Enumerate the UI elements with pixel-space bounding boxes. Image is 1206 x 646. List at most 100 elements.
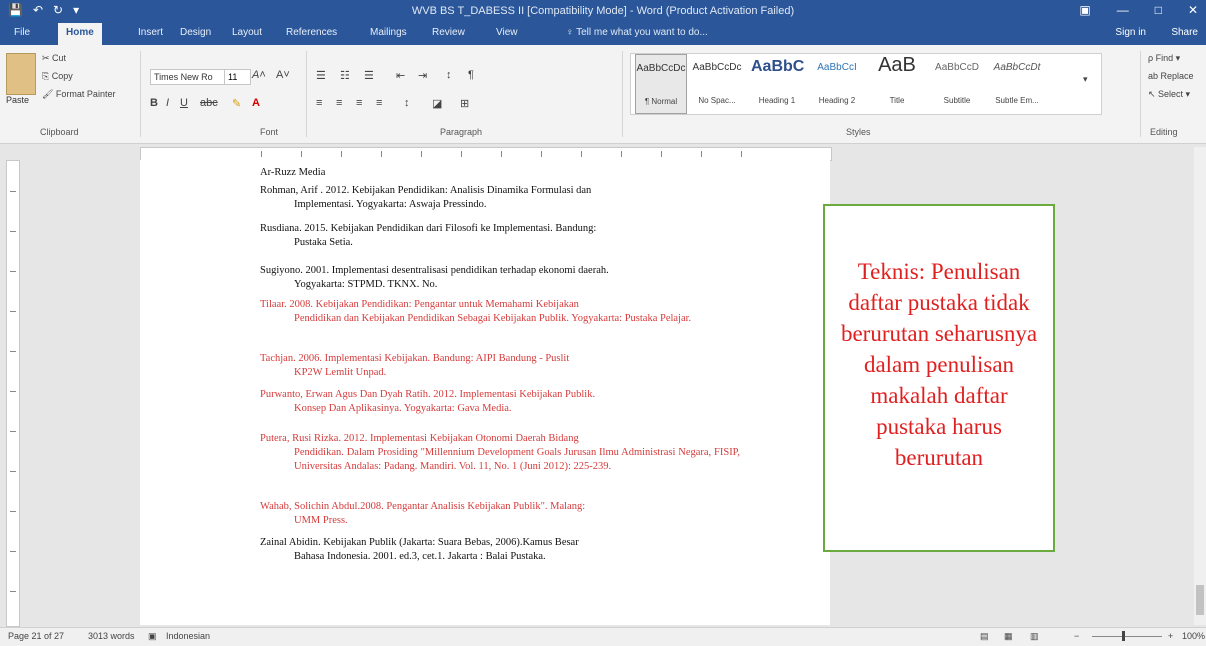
reference-entry[interactable]: Putera, Rusi Rizka. 2012. Implementasi K…	[260, 432, 740, 474]
ruler-tick	[501, 151, 502, 157]
tab-insert[interactable]: Insert	[138, 27, 163, 38]
style-sample: AaBbCcI	[817, 62, 857, 73]
increase-indent-icon[interactable]: ⇥	[418, 69, 427, 82]
proofing-icon[interactable]: ▣	[148, 631, 157, 642]
minimize-icon[interactable]: —	[1117, 3, 1129, 17]
numbering-icon[interactable]: ☷	[340, 69, 350, 82]
format-painter-button[interactable]: 🖌 Format Painter	[42, 89, 115, 100]
ruler-tick	[701, 151, 702, 157]
style-subtle-emphasis[interactable]: AaBbCcDt Subtle Em...	[991, 54, 1043, 114]
reference-entry[interactable]: Ar-Ruzz Media	[260, 166, 740, 180]
style-no-spacing[interactable]: AaBbCcDc No Spac...	[691, 54, 743, 114]
scrollbar-thumb[interactable]	[1196, 585, 1204, 615]
multilevel-list-icon[interactable]: ☰	[364, 69, 374, 82]
comment-box[interactable]: Teknis: Penulisan daftar pustaka tidak b…	[823, 204, 1055, 552]
language-indicator[interactable]: Indonesian	[166, 631, 210, 641]
line-spacing-icon[interactable]: ↕	[404, 97, 410, 109]
document-page[interactable]: Ar-Ruzz Media Rohman, Arif . 2012. Kebij…	[140, 160, 830, 625]
strikethrough-button[interactable]: abc	[200, 97, 218, 109]
find-button[interactable]: ρ Find ▾	[1148, 53, 1180, 64]
reference-text-continued: Bahasa Indonesia. 2001. ed.3, cet.1. Jak…	[294, 551, 546, 562]
reference-text-continued: UMM Press.	[294, 515, 348, 526]
ruler-tick	[10, 231, 16, 232]
justify-icon[interactable]: ≡	[376, 97, 382, 109]
zoom-in-icon[interactable]: +	[1168, 631, 1173, 641]
highlight-icon[interactable]: ✎	[232, 97, 241, 110]
shrink-font-icon[interactable]: A˅	[276, 69, 290, 81]
decrease-indent-icon[interactable]: ⇤	[396, 69, 405, 82]
show-formatting-icon[interactable]: ¶	[468, 69, 474, 81]
replace-button[interactable]: ab Replace	[1148, 71, 1194, 81]
paste-button[interactable]: Paste	[6, 95, 29, 105]
tab-references[interactable]: References	[286, 27, 337, 38]
font-size-select[interactable]: 11	[224, 69, 251, 85]
word-count[interactable]: 3013 words	[88, 631, 135, 641]
reference-entry[interactable]: Zainal Abidin. Kebijakan Publik (Jakarta…	[260, 536, 740, 564]
tab-home[interactable]: Home	[58, 23, 102, 45]
ruler-tick	[541, 151, 542, 157]
reference-entry[interactable]: Rohman, Arif . 2012. Kebijakan Pendidika…	[260, 184, 740, 212]
sign-in-link[interactable]: Sign in	[1115, 27, 1146, 38]
font-color-icon[interactable]: A	[252, 97, 260, 109]
font-name-select[interactable]: Times New Ro	[150, 69, 225, 85]
reference-entry[interactable]: Rusdiana. 2015. Kebijakan Pendidikan dar…	[260, 222, 740, 250]
tell-me-search[interactable]: ♀ Tell me what you want to do...	[566, 27, 708, 38]
reference-text-continued: Implementasi. Yogyakarta: Aswaja Pressin…	[294, 199, 487, 210]
sort-icon[interactable]: ↕	[446, 69, 452, 81]
grow-font-icon[interactable]: A˄	[252, 69, 266, 81]
zoom-slider-knob[interactable]	[1122, 631, 1125, 641]
align-center-icon[interactable]: ≡	[336, 97, 342, 109]
read-mode-icon[interactable]: ▤	[980, 631, 989, 642]
copy-button[interactable]: ⎘ Copy	[42, 71, 73, 82]
ribbon-display-icon[interactable]: ▣	[1079, 3, 1090, 17]
tab-review[interactable]: Review	[432, 27, 465, 38]
tab-design[interactable]: Design	[180, 27, 211, 38]
reference-entry[interactable]: Wahab, Solichin Abdul.2008. Pengantar An…	[260, 500, 740, 528]
bold-button[interactable]: B	[150, 97, 158, 109]
style-subtitle[interactable]: AaBbCcD Subtitle	[931, 54, 983, 114]
reference-entry[interactable]: Sugiyono. 2001. Implementasi desentralis…	[260, 264, 740, 292]
zoom-slider[interactable]	[1092, 636, 1162, 637]
reference-entry[interactable]: Tilaar. 2008. Kebijakan Pendidikan: Peng…	[260, 298, 740, 326]
reference-text: Purwanto, Erwan Agus Dan Dyah Ratih. 201…	[260, 389, 596, 400]
style-name: Title	[889, 96, 905, 105]
align-left-icon[interactable]: ≡	[316, 97, 322, 109]
select-button[interactable]: ↖ Select ▾	[1148, 89, 1190, 100]
print-layout-icon[interactable]: ▦	[1004, 631, 1013, 642]
underline-button[interactable]: U	[180, 97, 188, 109]
style-normal[interactable]: AaBbCcDc ¶ Normal	[635, 54, 687, 114]
borders-icon[interactable]: ⊞	[460, 97, 469, 110]
reference-entry[interactable]: Tachjan. 2006. Implementasi Kebijakan. B…	[260, 352, 740, 380]
zoom-level[interactable]: 100%	[1182, 631, 1205, 641]
tab-layout[interactable]: Layout	[232, 27, 262, 38]
reference-text-continued: Konsep Dan Aplikasinya. Yogyakarta: Gava…	[294, 403, 512, 414]
style-name: Heading 2	[818, 96, 856, 105]
tab-mailings[interactable]: Mailings	[370, 27, 407, 38]
bullets-icon[interactable]: ☰	[316, 69, 326, 82]
web-layout-icon[interactable]: ▥	[1030, 631, 1039, 642]
divider	[622, 51, 623, 137]
zoom-out-icon[interactable]: −	[1074, 631, 1079, 641]
align-right-icon[interactable]: ≡	[356, 97, 362, 109]
styles-more-icon[interactable]: ▾	[1083, 74, 1088, 85]
page-count[interactable]: Page 21 of 27	[8, 631, 64, 641]
reference-entry[interactable]: Purwanto, Erwan Agus Dan Dyah Ratih. 201…	[260, 388, 740, 416]
share-button[interactable]: Share	[1171, 27, 1198, 38]
tab-view[interactable]: View	[496, 27, 518, 38]
style-name: Heading 1	[758, 96, 796, 105]
vertical-scrollbar[interactable]	[1194, 147, 1206, 625]
horizontal-ruler[interactable]	[140, 147, 832, 161]
maximize-icon[interactable]: □	[1155, 3, 1162, 17]
paste-icon[interactable]	[6, 53, 36, 95]
style-title[interactable]: AaB Title	[871, 54, 923, 114]
ruler-tick	[621, 151, 622, 157]
cut-button[interactable]: ✂ Cut	[42, 53, 66, 64]
style-heading-2[interactable]: AaBbCcI Heading 2	[811, 54, 863, 114]
shading-icon[interactable]: ◪	[432, 97, 442, 110]
italic-button[interactable]: I	[166, 97, 169, 109]
close-icon[interactable]: ✕	[1188, 3, 1198, 17]
style-heading-1[interactable]: AaBbC Heading 1	[751, 54, 804, 114]
style-sample: AaBbCcD	[935, 62, 979, 73]
vertical-ruler[interactable]	[6, 160, 20, 627]
tab-file[interactable]: File	[14, 27, 30, 38]
